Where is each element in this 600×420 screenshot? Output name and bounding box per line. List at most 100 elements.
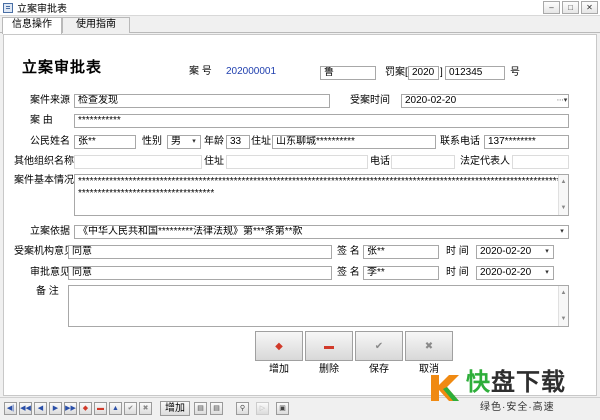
save-button-label: 保存 xyxy=(369,364,389,375)
legal-rep-field[interactable] xyxy=(512,155,569,169)
save-button[interactable]: ✔ xyxy=(355,331,403,361)
exit-icon[interactable]: ▣ xyxy=(276,402,289,415)
watermark-logo-text: 快盘下载 xyxy=(466,370,566,396)
watermark-logo-icon xyxy=(431,375,459,401)
form-title: 立案审批表 xyxy=(22,59,103,76)
approval-label: 审批意见 xyxy=(30,267,70,278)
basic-info-label: 案件基本情况 xyxy=(14,175,74,186)
number-suffix: 号 xyxy=(510,67,520,78)
chevron-down-icon[interactable]: ▾ xyxy=(541,267,553,279)
basic-info-textarea[interactable]: ****************************************… xyxy=(74,174,569,216)
form-panel: 立案审批表 案 号 202000001 鲁 罚案[ 2020 ] 012345 … xyxy=(3,34,597,396)
app-icon xyxy=(3,2,13,13)
address-label: 住址 xyxy=(251,136,271,147)
gender-value: 男 xyxy=(171,136,181,147)
close-button[interactable]: ✕ xyxy=(581,1,598,14)
search-icon[interactable]: ⚲ xyxy=(236,402,249,415)
cross-icon: ✖ xyxy=(424,341,434,352)
accept-time-label: 受案时间 xyxy=(350,95,390,106)
address-field[interactable]: 山东聊城********** xyxy=(272,135,436,149)
citizen-name-label: 公民姓名 xyxy=(30,136,70,147)
org-name-field[interactable] xyxy=(74,155,202,169)
time-field-2[interactable]: 2020-02-20 ▾ xyxy=(476,266,554,280)
watermark-tagline: 绿色·安全·高速 xyxy=(480,402,555,413)
time-field-1[interactable]: 2020-02-20 ▾ xyxy=(476,245,554,259)
maximize-button[interactable]: □ xyxy=(562,1,579,14)
penalty-number-field[interactable]: 012345 xyxy=(445,66,505,80)
cancel-record-icon[interactable]: ✖ xyxy=(139,402,152,415)
approval-field[interactable]: 同意 xyxy=(68,266,332,280)
sign-label-1: 签 名 xyxy=(337,246,360,257)
remark-label: 备 注 xyxy=(36,286,59,297)
chevron-down-icon[interactable]: ▾ xyxy=(556,226,568,238)
sign-field-2[interactable]: 李** xyxy=(363,266,439,280)
penalty-bracket: ] xyxy=(440,67,443,78)
vertical-scrollbar[interactable]: ▲ ▼ xyxy=(558,286,568,326)
gender-select[interactable]: 男 ▾ xyxy=(167,135,201,149)
org-phone-label: 电话 xyxy=(370,156,390,167)
time-label-2: 时 间 xyxy=(446,267,469,278)
penalty-year-field[interactable]: 2020 xyxy=(408,66,439,80)
phone-label: 联系电话 xyxy=(440,136,480,147)
window-titlebar: 立案审批表 – □ ✕ xyxy=(0,0,600,16)
watermark-name-1: 快 xyxy=(466,369,491,396)
toolbar-add-button[interactable]: 增加 xyxy=(160,401,190,416)
prior-record-icon[interactable]: ◀ xyxy=(34,402,47,415)
case-no-label: 案 号 xyxy=(189,66,212,77)
vertical-scrollbar[interactable]: ▲ ▼ xyxy=(558,175,568,215)
delete-button-label: 删除 xyxy=(319,364,339,375)
add-button[interactable]: ◆ xyxy=(255,331,303,361)
tab-info-operation[interactable]: 信息操作 xyxy=(2,17,62,34)
minus-icon: ▬ xyxy=(324,341,334,352)
accept-time-field[interactable]: 2020-02-20 ⋯▾ xyxy=(401,94,569,108)
chevron-down-icon[interactable]: ⋯▾ xyxy=(556,95,568,107)
phone-field[interactable]: 137******** xyxy=(484,135,569,149)
post-record-icon[interactable]: ✔ xyxy=(124,402,137,415)
cancel-button[interactable]: ✖ xyxy=(405,331,453,361)
tab-user-guide[interactable]: 使用指南 xyxy=(62,17,130,33)
penalty-label: 罚案[ xyxy=(385,67,408,78)
org-name-label: 其他组织名称 xyxy=(14,156,74,167)
print-icon[interactable]: ▤ xyxy=(194,402,207,415)
time-label-1: 时 间 xyxy=(446,246,469,257)
age-label: 年龄 xyxy=(204,136,224,147)
play-icon[interactable]: ▷ xyxy=(256,402,269,415)
source-field[interactable]: 检查发现 xyxy=(74,94,330,108)
basic-info-text: ****************************************… xyxy=(78,176,565,199)
agency-opinion-field[interactable]: 同意 xyxy=(68,245,332,259)
delete-record-icon[interactable]: ▬ xyxy=(94,402,107,415)
basis-select[interactable]: 《中华人民共和国*********法律法规》第***条第**款 ▾ xyxy=(74,225,569,239)
cause-label: 案 由 xyxy=(30,115,53,126)
sign-label-2: 签 名 xyxy=(337,267,360,278)
watermark-name-2: 盘下载 xyxy=(491,369,566,396)
age-field[interactable]: 33 xyxy=(226,135,250,149)
delete-button[interactable]: ▬ xyxy=(305,331,353,361)
cause-field[interactable]: *********** xyxy=(74,114,569,128)
sign-field-1[interactable]: 张** xyxy=(363,245,439,259)
first-record-icon[interactable]: ◀| xyxy=(4,402,17,415)
org-address-field[interactable] xyxy=(226,155,368,169)
basis-value: 《中华人民共和国*********法律法规》第***条第**款 xyxy=(78,226,303,237)
check-icon: ✔ xyxy=(374,341,384,352)
chevron-down-icon[interactable]: ▾ xyxy=(188,136,200,148)
print-preview-icon[interactable]: ▤ xyxy=(210,402,223,415)
tab-bar: 信息操作 使用指南 xyxy=(0,16,600,34)
remark-textarea[interactable]: ▲ ▼ xyxy=(68,285,569,327)
chevron-down-icon[interactable]: ▾ xyxy=(541,246,553,258)
legal-rep-label: 法定代表人 xyxy=(460,156,510,167)
gender-label: 性别 xyxy=(142,136,162,147)
case-no-value: 202000001 xyxy=(226,66,277,77)
accept-time-value: 2020-02-20 xyxy=(405,95,457,106)
prior-page-icon[interactable]: ◀◀ xyxy=(19,402,32,415)
minimize-button[interactable]: – xyxy=(543,1,560,14)
edit-record-icon[interactable]: ▲ xyxy=(109,402,122,415)
org-phone-field[interactable] xyxy=(391,155,455,169)
next-record-icon[interactable]: ▶ xyxy=(49,402,62,415)
region-prefix-field[interactable]: 鲁 xyxy=(320,66,376,80)
org-address-label: 住址 xyxy=(204,156,224,167)
next-page-icon[interactable]: ▶▶ xyxy=(64,402,77,415)
time-value-1: 2020-02-20 xyxy=(480,246,532,257)
insert-record-icon[interactable]: ◆ xyxy=(79,402,92,415)
citizen-name-field[interactable]: 张** xyxy=(74,135,136,149)
agency-opinion-label: 受案机构意见 xyxy=(14,246,74,257)
